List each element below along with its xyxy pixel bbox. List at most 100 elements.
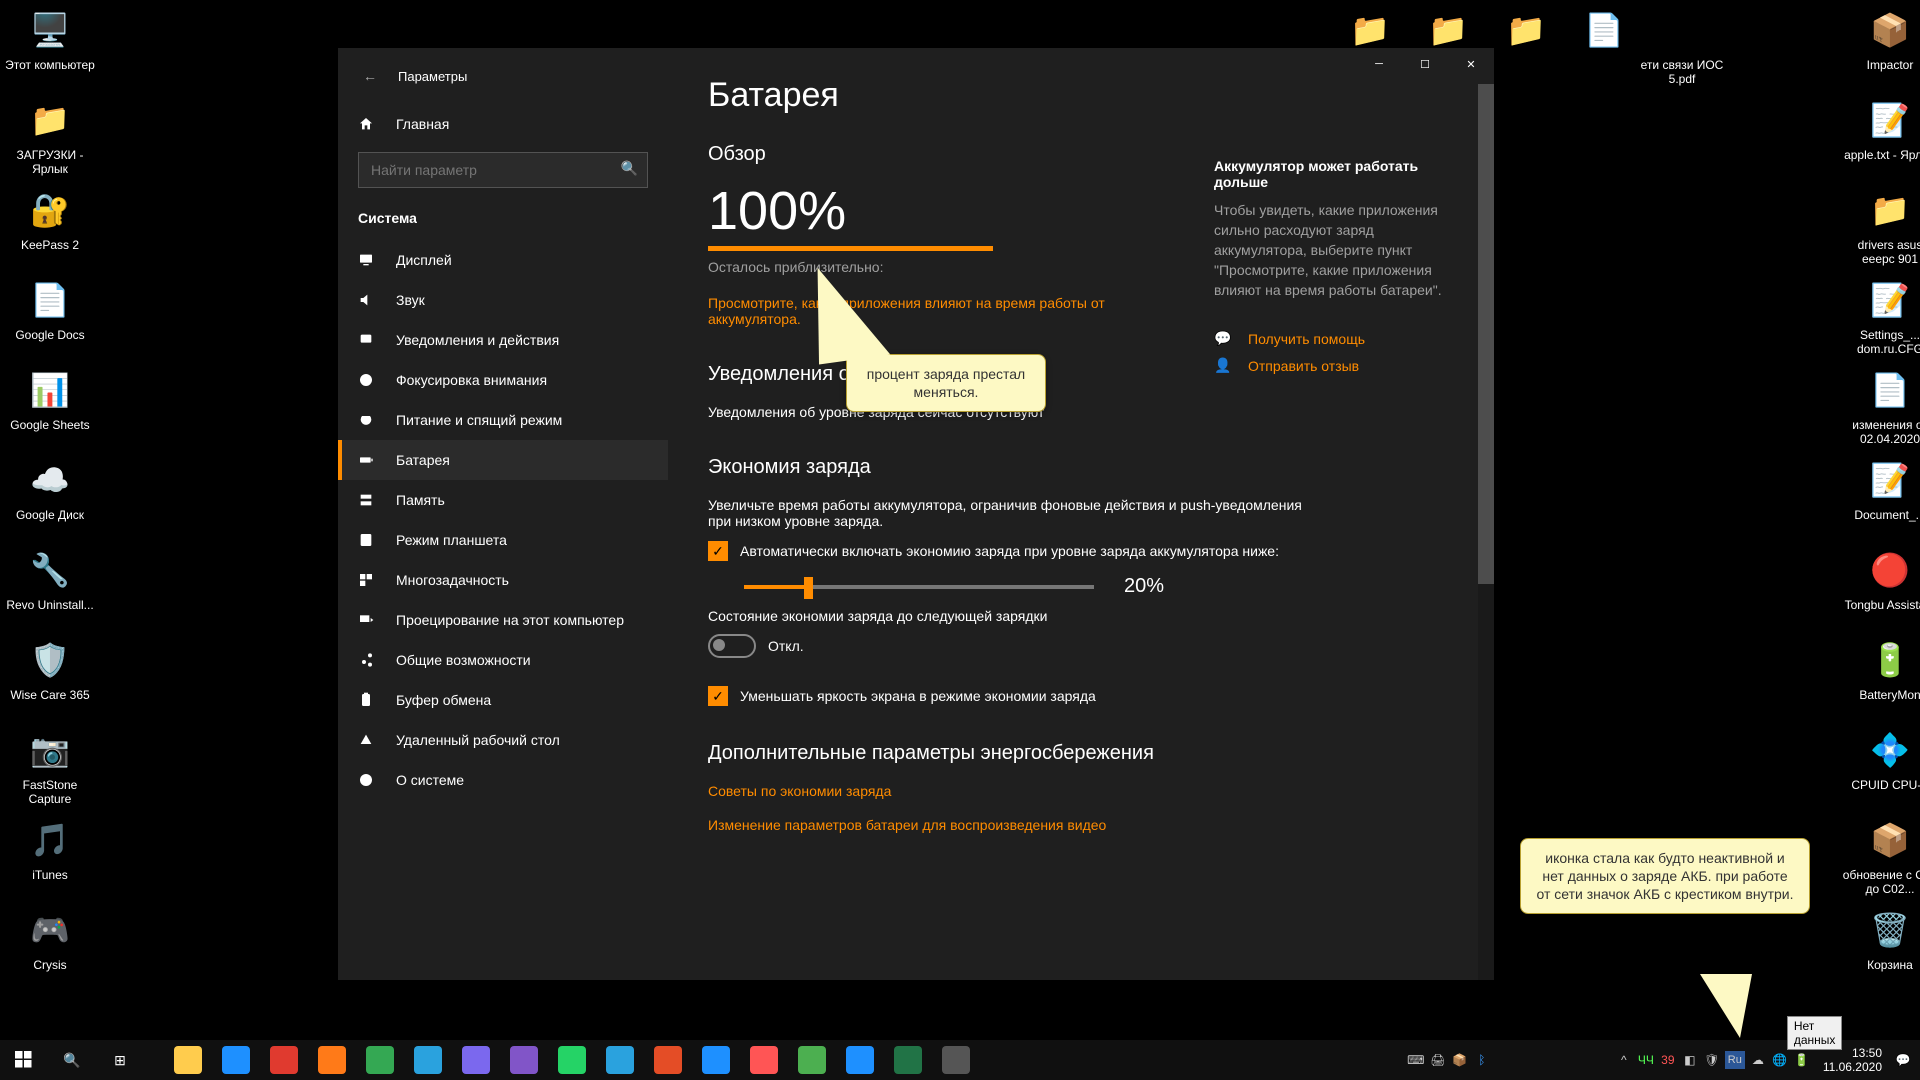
desktop-icon[interactable]: 📁drivers asus eeepc 901 bbox=[1840, 186, 1920, 266]
taskbar-app[interactable] bbox=[548, 1040, 596, 1080]
icon-label: FastStone Capture bbox=[0, 778, 100, 806]
desktop-icon[interactable]: 🛡️Wise Care 365 bbox=[0, 636, 100, 702]
taskbar-app[interactable] bbox=[932, 1040, 980, 1080]
tray-chevron-up-icon[interactable]: ^ bbox=[1613, 1040, 1635, 1080]
taskbar-app[interactable] bbox=[836, 1040, 884, 1080]
taskbar-app[interactable] bbox=[212, 1040, 260, 1080]
desktop-icon[interactable]: 📝Settings_... dom.ru.CFG bbox=[1840, 276, 1920, 356]
maximize-button[interactable]: ☐ bbox=[1402, 48, 1448, 80]
desktop-icon[interactable]: 🖥️Этот компьютер bbox=[0, 6, 100, 72]
sidebar-item-display[interactable]: Дисплей bbox=[338, 240, 668, 280]
desktop-icon[interactable]: 📄изменения от 02.04.2020 bbox=[1840, 366, 1920, 446]
desktop-icon[interactable]: 💠CPUID CPU-Z bbox=[1840, 726, 1920, 792]
taskbar-app[interactable] bbox=[884, 1040, 932, 1080]
sidebar-item-project[interactable]: Проецирование на этот компьютер bbox=[338, 600, 668, 640]
desktop-icon[interactable]: 📄Google Docs bbox=[0, 276, 100, 342]
desktop-icon[interactable]: 📷FastStone Capture bbox=[0, 726, 100, 806]
sidebar-item-about[interactable]: О системе bbox=[338, 760, 668, 800]
desktop-icon[interactable]: 📝Document_... bbox=[1840, 456, 1920, 522]
feedback-link[interactable]: 👤 Отправить отзыв bbox=[1214, 357, 1454, 374]
taskbar-app[interactable] bbox=[500, 1040, 548, 1080]
desktop-icon[interactable]: 📁ЗАГРУЗКИ - Ярлык bbox=[0, 96, 100, 176]
desktop-icon[interactable]: 📦Impactor bbox=[1840, 6, 1920, 72]
sidebar-item-notif[interactable]: Уведомления и действия bbox=[338, 320, 668, 360]
tray-temp1[interactable]: ЧЧ bbox=[1635, 1040, 1657, 1080]
file-icon: 🎮 bbox=[26, 906, 74, 954]
desktop-icon[interactable]: 🔐KeePass 2 bbox=[0, 186, 100, 252]
tray-printer-icon[interactable]: 🖨 bbox=[1427, 1040, 1449, 1080]
sidebar-item-share[interactable]: Общие возможности bbox=[338, 640, 668, 680]
desktop-icon[interactable]: 🎮Crysis bbox=[0, 906, 100, 972]
dim-checkbox[interactable]: ✓ Уменьшать яркость экрана в режиме экон… bbox=[708, 686, 1328, 706]
video-battery-link[interactable]: Изменение параметров батареи для воспрои… bbox=[708, 817, 1328, 833]
search-box[interactable]: 🔍 bbox=[358, 152, 648, 188]
desktop-icon[interactable]: 🔋BatteryMon bbox=[1840, 636, 1920, 702]
desktop-icon[interactable]: ети связи ИОС 5.pdf bbox=[1632, 6, 1732, 86]
desktop-icon[interactable]: 🔴Tongbu Assistant bbox=[1840, 546, 1920, 612]
sidebar-item-sound[interactable]: Звук bbox=[338, 280, 668, 320]
tray-device-icon[interactable]: 📦 bbox=[1449, 1040, 1471, 1080]
file-icon: 🖥️ bbox=[26, 6, 74, 54]
tips-link[interactable]: Советы по экономии заряда bbox=[708, 783, 1328, 799]
sidebar-item-focus[interactable]: Фокусировка внимания bbox=[338, 360, 668, 400]
tray-temp2[interactable]: 39 bbox=[1657, 1040, 1679, 1080]
sidebar-item-multi[interactable]: Многозадачность bbox=[338, 560, 668, 600]
home-nav[interactable]: Главная bbox=[338, 104, 668, 144]
taskbar-app[interactable] bbox=[596, 1040, 644, 1080]
desktop-icon[interactable]: 📊Google Sheets bbox=[0, 366, 100, 432]
task-view-button[interactable]: ⊞ bbox=[96, 1040, 144, 1080]
desktop: 🖥️Этот компьютер 📁ЗАГРУЗКИ - Ярлык 🔐KeePas… bbox=[0, 0, 1920, 1040]
saver-toggle[interactable] bbox=[708, 634, 756, 658]
taskbar-app[interactable] bbox=[788, 1040, 836, 1080]
sidebar: ← Параметры Главная 🔍 Система ДисплейЗву… bbox=[338, 48, 668, 980]
start-button[interactable] bbox=[0, 1040, 48, 1080]
action-center-icon[interactable]: 💬 bbox=[1892, 1040, 1914, 1080]
desktop-icon[interactable]: 📦обновение с С01 до С02... bbox=[1840, 816, 1920, 896]
file-icon: 📁 bbox=[1346, 6, 1394, 54]
tray-keyboard-icon[interactable]: ⌨ bbox=[1405, 1040, 1427, 1080]
desktop-icon[interactable]: 📝apple.txt - Ярлык bbox=[1840, 96, 1920, 162]
icon-label: KeePass 2 bbox=[0, 238, 100, 252]
slider-thumb[interactable] bbox=[804, 577, 813, 599]
icon-label: Wise Care 365 bbox=[0, 688, 100, 702]
desktop-icon[interactable]: 🔧Revo Uninstall... bbox=[0, 546, 100, 612]
threshold-slider[interactable] bbox=[744, 585, 1094, 589]
auto-saver-checkbox[interactable]: ✓ Автоматически включать экономию заряда… bbox=[708, 541, 1328, 561]
taskbar-app[interactable] bbox=[356, 1040, 404, 1080]
settings-window: ← Параметры Главная 🔍 Система ДисплейЗву… bbox=[338, 48, 1494, 980]
tray-bluetooth-icon[interactable]: ᛒ bbox=[1471, 1040, 1493, 1080]
sidebar-item-clip[interactable]: Буфер обмена bbox=[338, 680, 668, 720]
taskbar-app[interactable] bbox=[452, 1040, 500, 1080]
taskbar-app[interactable] bbox=[404, 1040, 452, 1080]
minimize-button[interactable]: ─ bbox=[1356, 48, 1402, 80]
taskbar-app[interactable] bbox=[692, 1040, 740, 1080]
taskbar-app[interactable] bbox=[644, 1040, 692, 1080]
clock[interactable]: 13:50 11.06.2020 bbox=[1813, 1046, 1892, 1074]
taskbar-app[interactable] bbox=[740, 1040, 788, 1080]
taskbar-app[interactable] bbox=[260, 1040, 308, 1080]
taskbar-app[interactable] bbox=[308, 1040, 356, 1080]
tray-app-icon[interactable]: ◧ bbox=[1679, 1040, 1701, 1080]
taskbar-app[interactable] bbox=[164, 1040, 212, 1080]
search-input[interactable] bbox=[358, 152, 648, 188]
sidebar-item-label: Многозадачность bbox=[396, 572, 509, 588]
tray-defender-icon[interactable]: 🛡 bbox=[1701, 1040, 1723, 1080]
apps-usage-link[interactable]: Просмотрите, какие приложения влияют на … bbox=[708, 295, 1128, 327]
desktop-icon[interactable]: 🗑️Корзина bbox=[1840, 906, 1920, 972]
desktop-icon[interactable]: ☁️Google Диск bbox=[0, 456, 100, 522]
sidebar-item-power[interactable]: Питание и спящий режим bbox=[338, 400, 668, 440]
tablet-icon bbox=[358, 532, 374, 548]
sidebar-item-storage[interactable]: Память bbox=[338, 480, 668, 520]
sidebar-item-battery[interactable]: Батарея bbox=[338, 440, 668, 480]
sidebar-item-tablet[interactable]: Режим планшета bbox=[338, 520, 668, 560]
sidebar-item-remote[interactable]: Удаленный рабочий стол bbox=[338, 720, 668, 760]
scrollbar[interactable] bbox=[1478, 84, 1494, 980]
language-indicator[interactable]: Ru bbox=[1725, 1051, 1745, 1069]
desktop-icon[interactable]: 🎵iTunes bbox=[0, 816, 100, 882]
get-help-link[interactable]: 💬 Получить помощь bbox=[1214, 330, 1454, 347]
tray-battery-icon[interactable]: 🔋 Нет данных bbox=[1791, 1040, 1813, 1080]
tray-onedrive-icon[interactable]: ☁ bbox=[1747, 1040, 1769, 1080]
search-taskbar-button[interactable]: 🔍 bbox=[48, 1040, 96, 1080]
scrollbar-thumb[interactable] bbox=[1478, 84, 1494, 584]
close-button[interactable]: ✕ bbox=[1448, 48, 1494, 80]
